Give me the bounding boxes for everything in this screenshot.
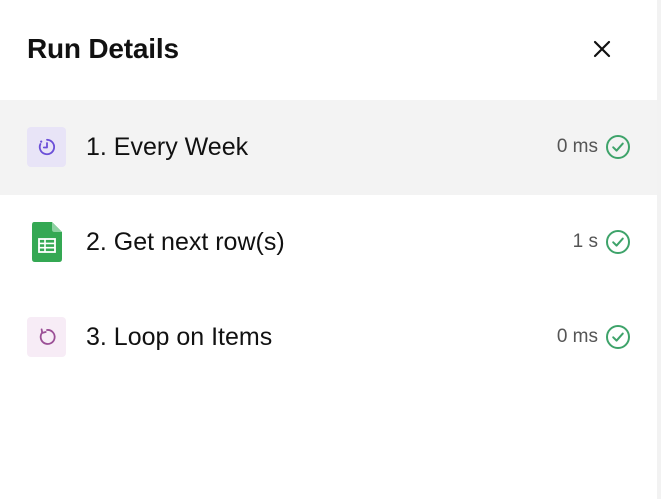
panel-header: Run Details — [0, 0, 657, 100]
google-sheets-icon — [27, 222, 66, 262]
step-duration: 0 ms — [556, 326, 598, 347]
run-details-panel: Run Details 1. Every Week 0 ms 2. Get ne… — [0, 0, 657, 499]
clock-schedule-icon — [27, 127, 66, 167]
step-row-loop-on-items[interactable]: 3. Loop on Items 0 ms — [0, 290, 657, 385]
step-label: 1. Every Week — [86, 133, 249, 161]
close-icon — [593, 40, 611, 58]
step-duration: 0 ms — [556, 136, 598, 157]
page-title: Run Details — [27, 33, 179, 64]
step-label: 2. Get next row(s) — [86, 228, 285, 256]
step-row-get-next-rows[interactable]: 2. Get next row(s) 1 s — [0, 195, 657, 290]
panel-divider — [657, 0, 661, 499]
step-list: 1. Every Week 0 ms 2. Get next row(s) 1 … — [0, 100, 657, 385]
step-row-every-week[interactable]: 1. Every Week 0 ms — [0, 100, 657, 195]
close-button[interactable] — [586, 33, 618, 65]
success-check-icon — [606, 325, 630, 349]
step-label: 3. Loop on Items — [86, 323, 273, 351]
success-check-icon — [606, 230, 630, 254]
step-duration: 1 s — [572, 231, 598, 252]
loop-icon — [27, 317, 66, 357]
success-check-icon — [606, 135, 630, 159]
